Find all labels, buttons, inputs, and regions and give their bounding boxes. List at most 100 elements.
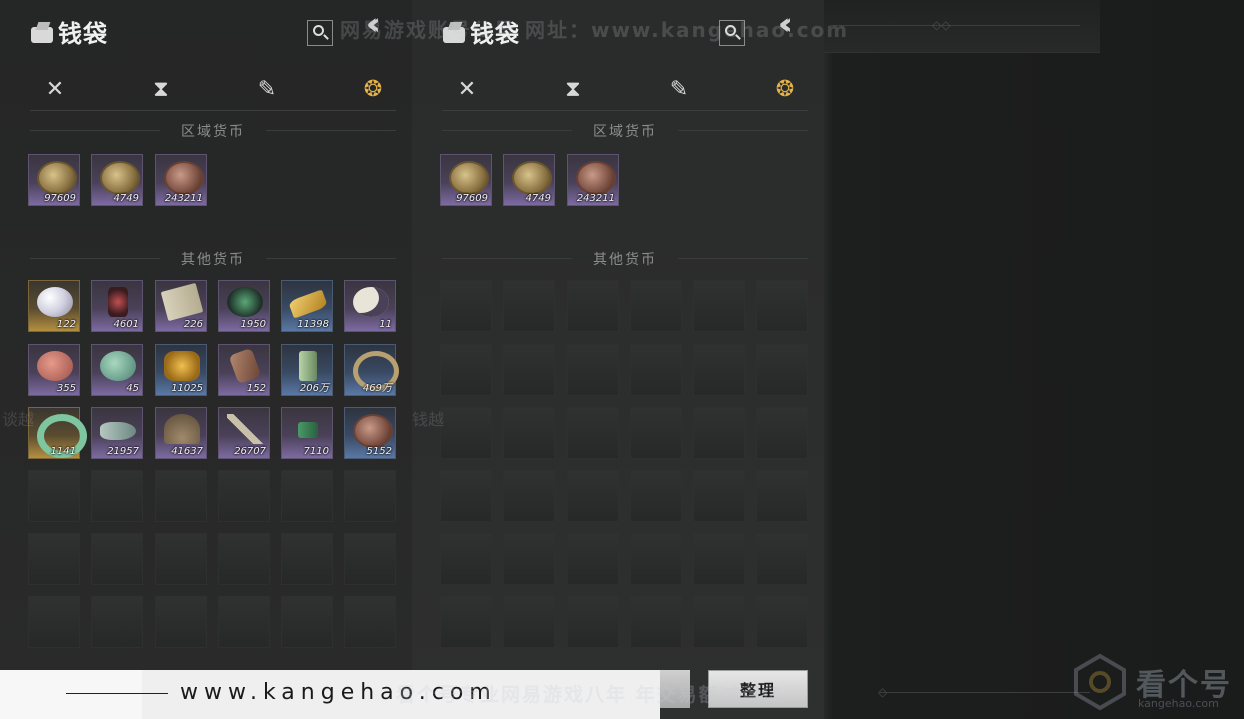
empty-slot[interactable] bbox=[28, 470, 80, 522]
empty-slot[interactable] bbox=[567, 280, 619, 332]
empty-slot[interactable] bbox=[440, 280, 492, 332]
regional-currency-slot[interactable]: 4749 bbox=[91, 154, 143, 206]
empty-slot[interactable] bbox=[693, 344, 745, 396]
empty-slot[interactable] bbox=[91, 596, 143, 648]
empty-slot[interactable] bbox=[630, 407, 682, 459]
watermark-bottom: 看个号专业网易游戏八年 年交易额过百亿 bbox=[396, 684, 783, 706]
other-currency-slot[interactable]: 45 bbox=[91, 344, 143, 396]
empty-slot[interactable] bbox=[440, 344, 492, 396]
empty-slot[interactable] bbox=[91, 470, 143, 522]
empty-slot[interactable] bbox=[155, 533, 207, 585]
empty-slot[interactable] bbox=[756, 533, 808, 585]
other-currency-slot[interactable]: 226 bbox=[155, 280, 207, 332]
empty-slot[interactable] bbox=[503, 596, 555, 648]
other-currency-slot[interactable]: 4601 bbox=[91, 280, 143, 332]
tab-scroll-icon[interactable]: ✎ bbox=[252, 74, 282, 104]
item-quantity: 469万 bbox=[362, 383, 392, 394]
empty-slot[interactable] bbox=[630, 344, 682, 396]
tab-weapons-icon[interactable]: ✕ bbox=[452, 74, 482, 104]
empty-slot[interactable] bbox=[91, 533, 143, 585]
top-divider bbox=[830, 25, 1080, 26]
empty-slot[interactable] bbox=[281, 596, 333, 648]
other-currency-slot[interactable]: 122 bbox=[28, 280, 80, 332]
empty-slot[interactable] bbox=[756, 596, 808, 648]
empty-slot[interactable] bbox=[630, 470, 682, 522]
tab-bag-icon[interactable]: ⧗ bbox=[146, 74, 176, 104]
empty-slot[interactable] bbox=[567, 470, 619, 522]
item-quantity: 1141 bbox=[50, 446, 76, 457]
item-quantity: 45 bbox=[126, 383, 139, 394]
empty-slot[interactable] bbox=[756, 470, 808, 522]
other-currency-slot[interactable]: 41637 bbox=[155, 407, 207, 459]
other-currency-slot[interactable]: 7110 bbox=[281, 407, 333, 459]
empty-slot[interactable] bbox=[567, 596, 619, 648]
other-currency-slot[interactable]: 152 bbox=[218, 344, 270, 396]
empty-slot[interactable] bbox=[756, 344, 808, 396]
panel-title: 钱袋 bbox=[30, 14, 108, 49]
empty-slot[interactable] bbox=[567, 533, 619, 585]
regional-currency-slot[interactable]: 243211 bbox=[155, 154, 207, 206]
empty-slot[interactable] bbox=[281, 470, 333, 522]
tab-weapons-icon[interactable]: ✕ bbox=[40, 74, 70, 104]
empty-slot[interactable] bbox=[344, 596, 396, 648]
other-currency-slot[interactable]: 1141 bbox=[28, 407, 87, 459]
empty-slot[interactable] bbox=[281, 533, 333, 585]
empty-slot[interactable] bbox=[567, 407, 619, 459]
empty-slot[interactable] bbox=[503, 407, 555, 459]
empty-slot[interactable] bbox=[155, 596, 207, 648]
empty-slot[interactable] bbox=[440, 407, 492, 459]
tab-bag-icon[interactable]: ⧗ bbox=[558, 74, 588, 104]
empty-slot[interactable] bbox=[440, 533, 492, 585]
pearl-icon bbox=[37, 287, 73, 317]
empty-slot[interactable] bbox=[218, 596, 270, 648]
other-currency-slot[interactable]: 21957 bbox=[91, 407, 143, 459]
other-currency-slot[interactable]: 1950 bbox=[218, 280, 270, 332]
other-currency-slot[interactable]: 206万 bbox=[281, 344, 333, 396]
other-currency-slot[interactable]: 26707 bbox=[218, 407, 270, 459]
tab-scroll-icon[interactable]: ✎ bbox=[664, 74, 694, 104]
empty-slot[interactable] bbox=[344, 470, 396, 522]
empty-slot[interactable] bbox=[756, 280, 808, 332]
empty-slot[interactable] bbox=[693, 596, 745, 648]
other-currency-slot[interactable]: 11025 bbox=[155, 344, 207, 396]
empty-slot[interactable] bbox=[28, 533, 80, 585]
tab-currency-icon[interactable]: ❂ bbox=[744, 74, 826, 108]
tab-currency-icon[interactable]: ❂ bbox=[332, 74, 414, 108]
empty-slot[interactable] bbox=[218, 533, 270, 585]
other-currency-slot[interactable]: 355 bbox=[28, 344, 80, 396]
fish-icon bbox=[100, 422, 136, 440]
empty-slot[interactable] bbox=[693, 280, 745, 332]
search-icon[interactable] bbox=[307, 20, 333, 46]
empty-slot[interactable] bbox=[503, 533, 555, 585]
coin-copper-icon bbox=[576, 161, 616, 195]
regional-currency-slot[interactable]: 97609 bbox=[28, 154, 80, 206]
empty-slot[interactable] bbox=[503, 344, 555, 396]
regional-currency-slot[interactable]: 97609 bbox=[440, 154, 492, 206]
empty-slot[interactable] bbox=[693, 407, 745, 459]
empty-slot[interactable] bbox=[630, 280, 682, 332]
empty-slot[interactable] bbox=[28, 596, 80, 648]
empty-slot[interactable] bbox=[630, 596, 682, 648]
other-currency-slot[interactable]: 469万 bbox=[344, 344, 399, 396]
empty-slot[interactable] bbox=[503, 470, 555, 522]
empty-slot[interactable] bbox=[440, 596, 492, 648]
other-currency-slot[interactable]: 11398 bbox=[281, 280, 333, 332]
other-currency-slot[interactable]: 5152 bbox=[344, 407, 396, 459]
empty-slot[interactable] bbox=[567, 344, 619, 396]
bottom-divider bbox=[880, 692, 1090, 693]
empty-slot[interactable] bbox=[218, 470, 270, 522]
item-quantity: 4601 bbox=[113, 319, 139, 330]
item-quantity: 243211 bbox=[576, 193, 615, 204]
regional-currency-slot[interactable]: 243211 bbox=[567, 154, 619, 206]
watermark-side-left: 谈越 bbox=[2, 410, 35, 429]
empty-slot[interactable] bbox=[693, 470, 745, 522]
empty-slot[interactable] bbox=[503, 280, 555, 332]
empty-slot[interactable] bbox=[630, 533, 682, 585]
empty-slot[interactable] bbox=[693, 533, 745, 585]
regional-currency-slot[interactable]: 4749 bbox=[503, 154, 555, 206]
other-currency-slot[interactable]: 11 bbox=[344, 280, 396, 332]
empty-slot[interactable] bbox=[440, 470, 492, 522]
empty-slot[interactable] bbox=[155, 470, 207, 522]
empty-slot[interactable] bbox=[756, 407, 808, 459]
empty-slot[interactable] bbox=[344, 533, 396, 585]
